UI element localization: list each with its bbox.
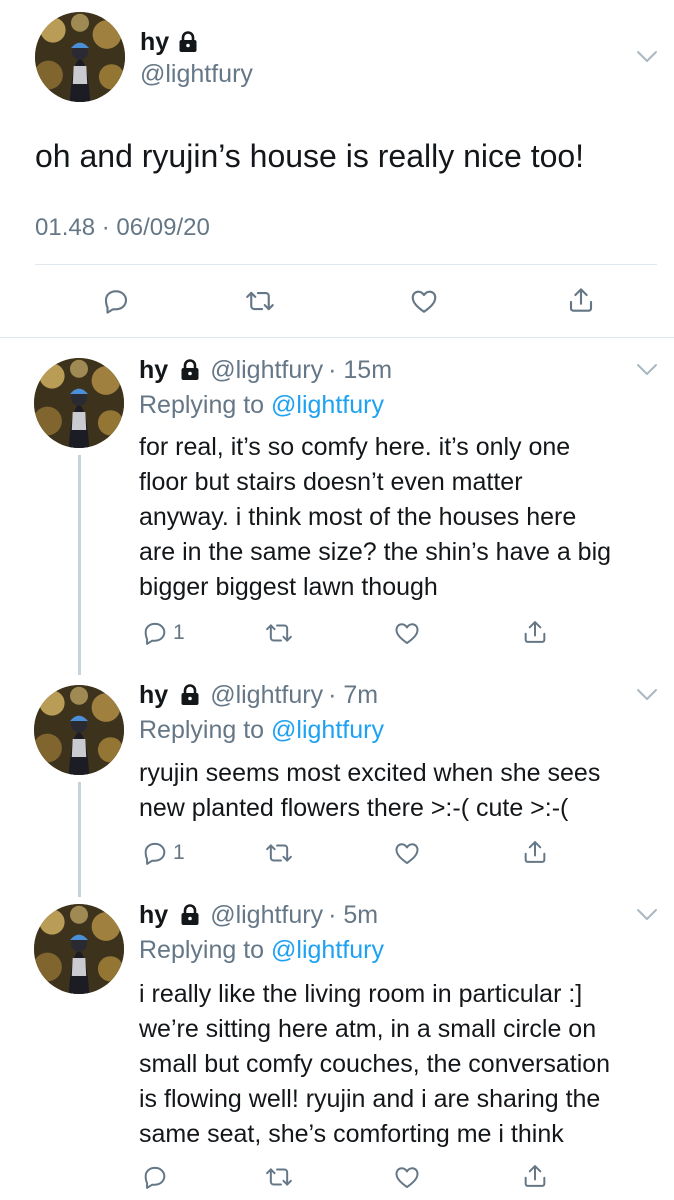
like-icon[interactable] — [393, 839, 421, 867]
avatar-image — [34, 904, 124, 994]
avatar[interactable] — [34, 358, 124, 448]
text-line: small but comfy couches, the conversatio… — [139, 1050, 611, 1078]
replying-to-handle[interactable]: @lightfury — [271, 716, 384, 744]
reply-icon — [141, 1163, 169, 1191]
avatar[interactable] — [34, 904, 124, 994]
like-icon[interactable] — [393, 619, 421, 647]
share-icon[interactable] — [521, 837, 549, 867]
section-divider — [0, 337, 674, 338]
divider — [35, 264, 657, 265]
reply-icon — [141, 839, 169, 867]
lock-icon — [178, 358, 202, 382]
tweet-text: i really like the living room in particu… — [139, 977, 610, 1152]
reply-count: 1 — [173, 621, 185, 644]
text-line: floor but stairs doesn’t even matter — [139, 468, 523, 496]
lock-icon — [176, 30, 200, 54]
thread-line — [78, 782, 81, 897]
reply-action[interactable]: 1 — [141, 619, 185, 647]
replying-to: Replying to @lightfury — [139, 390, 384, 420]
reply-count: 1 — [173, 841, 185, 864]
share-icon[interactable] — [521, 617, 549, 647]
text-line: same seat, she’s comforting me i think — [139, 1120, 564, 1148]
share-icon[interactable] — [566, 284, 596, 316]
display-name[interactable]: hy — [139, 900, 168, 930]
tweet-header: hy @lightfury · 5m — [139, 900, 378, 930]
replying-to: Replying to @lightfury — [139, 935, 384, 965]
text-line: is flowing well! ryujin and i are sharin… — [139, 1085, 601, 1113]
tweet-header: hy @lightfury · 7m — [139, 680, 378, 710]
text-line: we’re sitting here atm, in a small circl… — [139, 1015, 597, 1043]
avatar-image — [34, 358, 124, 448]
tweet-header: hy @lightfury · 15m — [139, 355, 392, 385]
relative-time: · 7m — [328, 681, 379, 709]
text-line: ryujin seems most excited when she sees — [139, 759, 601, 787]
text-line: anyway. i think most of the houses here — [139, 503, 577, 531]
display-name[interactable]: hy — [139, 680, 168, 710]
tweet-text: for real, it’s so comfy here. it’s only … — [139, 430, 611, 605]
handle[interactable]: @lightfury — [140, 59, 253, 89]
avatar-image — [35, 12, 125, 102]
tweet-text: oh and ryujin’s house is really nice too… — [35, 138, 585, 174]
text-line: are in the same size? the shin’s have a … — [139, 538, 612, 566]
reply-icon[interactable] — [101, 286, 131, 316]
like-icon[interactable] — [393, 1163, 421, 1191]
replying-to-label: Replying to — [139, 716, 265, 744]
replying-to: Replying to @lightfury — [139, 715, 384, 745]
replying-to-label: Replying to — [139, 936, 265, 964]
avatar[interactable] — [35, 12, 125, 102]
relative-time: · 15m — [328, 356, 393, 384]
replying-to-handle[interactable]: @lightfury — [271, 936, 384, 964]
text-line: for real, it’s so comfy here. it’s only … — [139, 433, 571, 461]
avatar[interactable] — [34, 685, 124, 775]
lock-icon — [178, 683, 202, 707]
lock-icon — [178, 903, 202, 927]
chevron-down-icon[interactable] — [636, 688, 658, 702]
handle[interactable]: @lightfury — [210, 680, 323, 710]
relative-time: · 5m — [328, 901, 379, 929]
chevron-down-icon[interactable] — [636, 908, 658, 922]
retweet-icon[interactable] — [264, 839, 294, 867]
display-name[interactable]: hy — [140, 27, 169, 57]
handle[interactable]: @lightfury — [210, 900, 323, 930]
share-icon[interactable] — [521, 1161, 549, 1191]
reply-icon — [141, 619, 169, 647]
retweet-icon[interactable] — [264, 1163, 294, 1191]
text-line: i really like the living room in particu… — [139, 980, 583, 1008]
replying-to-handle[interactable]: @lightfury — [271, 391, 384, 419]
tweet-text: ryujin seems most excited when she sees … — [139, 756, 600, 826]
retweet-icon[interactable] — [264, 619, 294, 647]
like-icon[interactable] — [409, 286, 439, 316]
reply-action[interactable] — [141, 1163, 173, 1191]
reply-action[interactable]: 1 — [141, 839, 185, 867]
thread-line — [78, 455, 81, 675]
text-line: new planted flowers there >:-( cute >:-( — [139, 794, 569, 822]
display-name[interactable]: hy — [139, 355, 168, 385]
text-line: bigger biggest lawn though — [139, 573, 438, 601]
avatar-image — [34, 685, 124, 775]
retweet-icon[interactable] — [244, 286, 276, 316]
chevron-down-icon[interactable] — [636, 363, 658, 377]
handle[interactable]: @lightfury — [210, 355, 323, 385]
replying-to-label: Replying to — [139, 391, 265, 419]
chevron-down-icon[interactable] — [636, 50, 658, 64]
timestamp: 01.48 · 06/09/20 — [35, 214, 210, 241]
